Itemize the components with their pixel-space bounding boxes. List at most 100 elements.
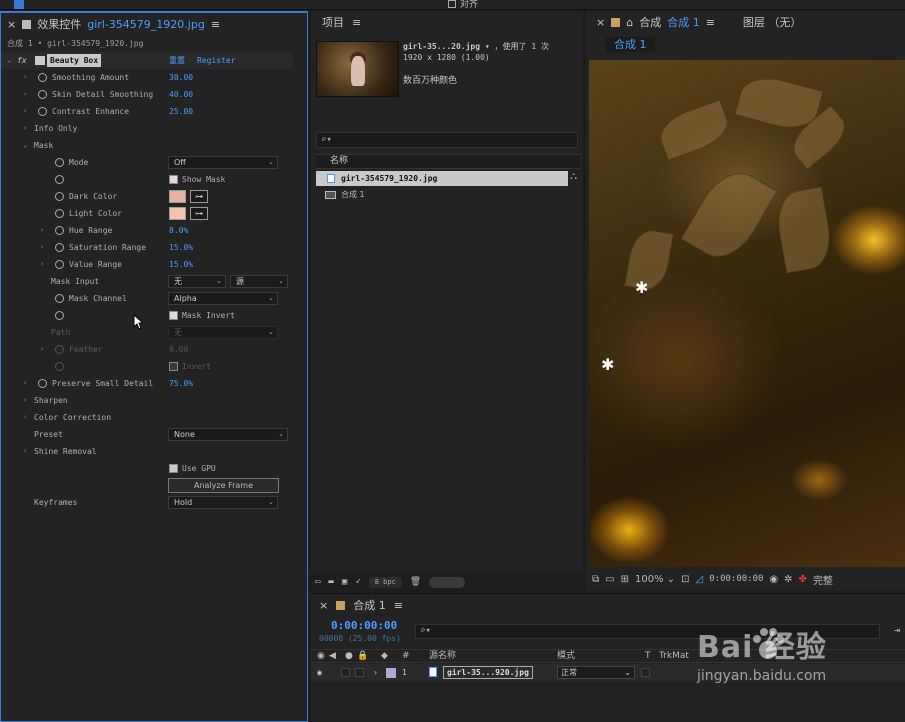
lock-icon[interactable] (22, 19, 32, 29)
footage-name[interactable]: girl-35...20.jpg ▾ ，使用了 1 次 (403, 41, 549, 52)
stopwatch-icon[interactable] (38, 90, 47, 99)
text-tool-icon[interactable] (200, 0, 210, 9)
channel-icon[interactable]: ✲ (784, 574, 792, 585)
monitor-icon[interactable]: ▭ (605, 574, 614, 585)
stopwatch-icon[interactable] (55, 158, 64, 167)
layer-name[interactable]: girl-35...920.jpg (443, 666, 533, 679)
comp-name[interactable]: 合成 1 (667, 14, 700, 30)
solo-box[interactable] (341, 668, 350, 677)
col-t[interactable]: T (645, 650, 651, 662)
audio-icon[interactable]: ◀ (329, 650, 336, 662)
new-folder-icon[interactable]: ▬ (328, 577, 333, 587)
puppet-tool-icon[interactable] (320, 0, 330, 9)
keyframes-dropdown[interactable]: Hold ⌄ (168, 496, 278, 509)
lock-box[interactable] (355, 668, 364, 677)
panel-menu-icon[interactable]: ≡ (706, 16, 715, 29)
stopwatch-icon[interactable] (55, 362, 64, 371)
list-item[interactable]: 合成 1 (316, 187, 568, 202)
path-dropdown[interactable]: 无 ⌄ (168, 326, 278, 339)
group-info-only[interactable]: › Info Only (1, 120, 293, 137)
analyze-frame-button[interactable]: Analyze Frame (168, 478, 279, 493)
effect-name[interactable]: Beauty Box (47, 54, 102, 67)
camera-icon[interactable]: ◉ (769, 574, 778, 585)
close-icon[interactable]: × (596, 16, 605, 29)
stopwatch-icon[interactable] (38, 379, 47, 388)
prop-value[interactable]: 15.0% (169, 239, 193, 256)
prop-value[interactable]: 25.00 (169, 103, 193, 120)
prop-value[interactable]: 75.0% (169, 375, 193, 392)
flowchart-icon[interactable]: ⛬ (570, 171, 577, 182)
col-source-name[interactable]: 源名称 (429, 650, 456, 662)
prop-value[interactable]: 15.0% (169, 256, 193, 273)
eye-icon[interactable]: ◉ (317, 650, 325, 662)
label-icon[interactable]: ◆ (381, 650, 388, 662)
stopwatch-icon[interactable] (55, 311, 64, 320)
reset-link[interactable]: 重置 (169, 52, 185, 69)
close-icon[interactable]: × (319, 599, 328, 612)
color-channels-icon[interactable]: ✤ (799, 574, 807, 585)
group-sharpen[interactable]: › Sharpen (1, 392, 293, 409)
rect-tool-icon[interactable] (155, 0, 165, 9)
dark-color-swatch[interactable] (169, 190, 186, 203)
comp-tab[interactable]: 合成 1 (606, 37, 655, 52)
lock-icon[interactable]: 🔒 (357, 650, 368, 662)
eraser-tool-icon[interactable] (266, 0, 276, 9)
roto-tool-icon[interactable] (296, 0, 306, 9)
project-search-input[interactable]: ⌕▾ (316, 132, 578, 148)
mask-channel-dropdown[interactable]: Alpha ⌄ (168, 292, 278, 305)
prop-value[interactable]: 8.0% (169, 222, 188, 239)
mode-dropdown[interactable]: 正常 ⌄ (557, 666, 635, 679)
close-icon[interactable]: × (7, 18, 16, 31)
stopwatch-icon[interactable] (55, 294, 64, 303)
viewer-timecode[interactable]: 0:00:00:00 (709, 574, 763, 584)
prop-value[interactable]: 0.00 (169, 341, 188, 358)
group-mask[interactable]: ⌄ Mask (1, 137, 293, 154)
timeline-timecode[interactable]: 0:00:00:00 (331, 619, 397, 632)
composition-options-icon[interactable]: ⇥ (894, 625, 900, 636)
camera-tool-icon[interactable] (128, 0, 138, 9)
brush-tool-icon[interactable] (222, 0, 232, 9)
rotate-tool-icon[interactable] (82, 0, 92, 9)
composition-viewer[interactable]: ✱ ✱ (589, 60, 905, 567)
eye-icon[interactable]: ◉ (317, 664, 322, 681)
stopwatch-icon[interactable] (38, 73, 47, 82)
show-mask-checkbox[interactable] (169, 175, 178, 184)
list-item[interactable]: girl-354579_1920.jpg (316, 171, 568, 186)
mode-dropdown[interactable]: Off ⌄ (168, 156, 278, 169)
invert-checkbox[interactable] (169, 362, 178, 371)
solo-icon[interactable]: ● (345, 650, 353, 662)
render-icon[interactable]: ➶ (355, 577, 360, 587)
panel-menu-icon[interactable]: ≡ (352, 16, 361, 29)
align-checkbox[interactable] (448, 0, 456, 8)
stamp-tool-icon[interactable] (244, 0, 254, 9)
stopwatch-icon[interactable] (38, 107, 47, 116)
pen-tool-icon[interactable] (178, 0, 188, 9)
selection-tool-icon[interactable] (14, 0, 24, 9)
stopwatch-icon[interactable] (55, 226, 64, 235)
panel-menu-icon[interactable]: ≡ (394, 599, 403, 612)
column-header-name[interactable]: 名称 (316, 154, 580, 169)
register-link[interactable]: Register (197, 52, 236, 69)
expand-icon[interactable]: › (373, 664, 378, 681)
stopwatch-icon[interactable] (55, 175, 64, 184)
use-gpu-checkbox[interactable] (169, 464, 178, 473)
interpret-footage-icon[interactable]: ▭ (315, 577, 320, 587)
zoom-dropdown[interactable]: 100% ⌄ (635, 574, 675, 585)
prop-value[interactable]: 30.00 (169, 69, 193, 86)
layer-tab[interactable]: 图层 （无） (743, 14, 802, 30)
eyedropper-icon[interactable]: ⊶ (190, 190, 208, 203)
eyedropper-icon[interactable]: ⊶ (190, 207, 208, 220)
panel-file-name[interactable]: girl-354579_1920.jpg (87, 18, 205, 31)
snapshot-icon[interactable]: ⧉ (592, 574, 599, 585)
new-composition-icon[interactable]: ▣ (342, 577, 347, 587)
stopwatch-icon[interactable] (55, 209, 64, 218)
col-mode[interactable]: 模式 (557, 650, 575, 662)
label-color-box[interactable] (386, 668, 396, 678)
mask-input-layer-dropdown[interactable]: 无 ⌄ (168, 275, 226, 288)
trash-icon[interactable]: 🗑 (410, 577, 421, 587)
roi-icon[interactable]: ◿ (696, 574, 704, 585)
preset-dropdown[interactable]: None ⌄ (168, 428, 288, 441)
light-color-swatch[interactable] (169, 207, 186, 220)
bit-depth-button[interactable]: 8 bpc (368, 576, 402, 588)
lock-icon[interactable]: ⌂ (626, 16, 633, 29)
